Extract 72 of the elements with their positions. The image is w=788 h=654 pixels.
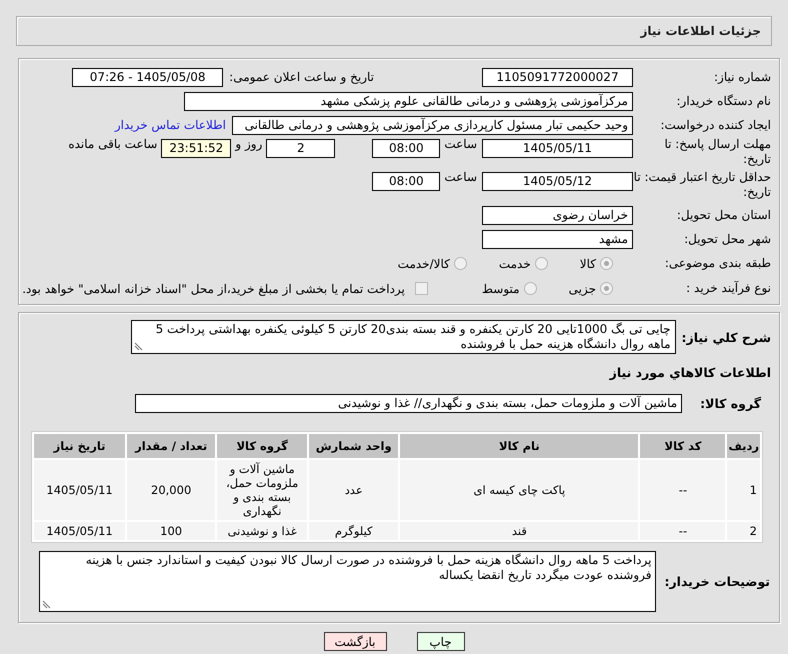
radio-label: متوسط [482, 282, 520, 296]
field-label: شماره نیاز: [713, 70, 771, 84]
column-header: واحد شمارش [309, 434, 398, 458]
contact-link[interactable]: اطلاعات تماس خریدار [114, 118, 226, 132]
days-label: روز و [235, 137, 262, 151]
field-label: حداقل تاریخ اعتبار قیمت: تا تاریخ: [633, 170, 771, 200]
need-number-field: 1105091772000027 [482, 68, 633, 86]
field-label: ایجاد کننده درخواست: [659, 118, 771, 132]
goods-group-field: ماشین آلات و ملزومات حمل، بسته بندی و نگهداری// غذا و نوشیدنی [135, 394, 682, 413]
radio-button[interactable] [600, 282, 613, 295]
validity-date-field: 1405/05/12 [482, 172, 633, 191]
column-header: گروه کالا [217, 434, 308, 458]
field-label: استان محل تحویل: [676, 208, 771, 222]
table-cell: عدد [309, 460, 398, 520]
column-header: تاریخ نیاز [34, 434, 126, 458]
table-cell: ماشین آلات و ملزومات حمل، بسته بندی و نگهداری [217, 460, 308, 520]
checkbox-label: پرداخت تمام یا بخشی از مبلغ خرید،از محل "اسناد خزانه اسلامی" خواهد بود. [22, 282, 405, 296]
table-cell: پاکت چای کیسه ای [400, 460, 638, 520]
field-label: گروه کالا: [700, 396, 761, 411]
deadline-date-field: 1405/05/11 [482, 139, 633, 158]
announce-date-field: 1405/05/08 - 07:26 [72, 68, 224, 86]
radio-button[interactable] [454, 257, 467, 270]
column-header: ردیف [727, 434, 760, 458]
resize-grip-icon[interactable] [42, 600, 52, 609]
table-cell: -- [640, 460, 726, 520]
field-label: طبقه بندی موضوعی: [664, 256, 771, 271]
table-cell: -- [640, 522, 726, 540]
radio-label: خدمت [498, 256, 531, 270]
notes-text: پرداخت 5 ماهه روال دانشگاه هزینه حمل با فروشنده در صورت ارسال کالا نبودن کیفیت و استاندارد جنس با هزینه فروشنده عودت میگردد تاریخ انقضا یکساله [86, 553, 652, 582]
requester-field: وحید حکیمی تبار مسئول کارپردازی مرکزآموزشی پژوهشی و درمانی طالقانی [232, 116, 633, 134]
back-button[interactable]: بازگشت [324, 632, 386, 651]
table-cell: 1 [727, 460, 760, 520]
resize-grip-icon[interactable] [134, 342, 143, 351]
buyer-org-field: مرکزآموزشی پژوهشی و درمانی طالقانی علوم پزشکی مشهد [184, 92, 633, 110]
section-title: اطلاعات کالاهاي مورد نیاز [608, 365, 771, 380]
table-cell: 100 [127, 522, 216, 540]
table-cell: کیلوگرم [309, 522, 398, 540]
page-title: جزئیات اطلاعات نیاز [640, 24, 761, 38]
field-label: نوع فرآیند خرید : [685, 281, 771, 296]
radio-button[interactable] [600, 257, 613, 270]
print-button[interactable]: چاپ [416, 632, 464, 651]
time-label: ساعت [444, 170, 477, 184]
time-label: ساعت [444, 137, 477, 151]
field-label: شرح کلي نیاز: [682, 330, 771, 344]
radio-button[interactable] [524, 282, 537, 295]
radio-label: کالا/خدمت [398, 256, 450, 270]
field-label: تاریخ و ساعت اعلان عمومی: [229, 70, 374, 84]
table-cell: 1405/05/11 [34, 460, 126, 520]
days-field: 2 [266, 139, 336, 158]
field-label: نام دستگاه خریدار: [676, 94, 771, 108]
column-header: تعداد / مقدار [127, 434, 216, 458]
table-cell: 20,000 [127, 460, 216, 520]
field-label: مهلت ارسال پاسخ: تا تاریخ: [663, 137, 771, 167]
table-cell: قند [400, 522, 638, 540]
field-label: شهر محل تحویل: [683, 232, 771, 246]
province-field: خراسان رضوی [482, 206, 633, 224]
table-cell: 2 [727, 522, 760, 540]
radio-label: کالا [580, 256, 596, 270]
remaining-time-field: 23:51:52 [161, 139, 232, 158]
remaining-label: ساعت باقی مانده [68, 137, 158, 151]
deadline-time-field: 08:00 [372, 139, 440, 158]
radio-button[interactable] [534, 257, 548, 270]
radio-label: جزیی [568, 282, 596, 296]
table-cell: غذا و نوشیدنی [217, 522, 308, 540]
column-header: کد کالا [640, 434, 726, 458]
checkbox[interactable] [414, 282, 428, 295]
field-label: توضیحات خریدار: [664, 574, 770, 589]
description-text: چایی تی بگ 1000تایی 20 کارتن یکنفره و قند بسته بندی20 کارتن 5 کیلوئی یکنفره بهداشتی پرداخت 5 ماهه روال دانشگاه هزینه حمل با فروشنده [156, 322, 671, 351]
city-field: مشهد [482, 230, 633, 248]
table-cell: 1405/05/11 [34, 522, 126, 540]
validity-time-field: 08:00 [372, 172, 440, 191]
column-header: نام کالا [400, 434, 638, 458]
